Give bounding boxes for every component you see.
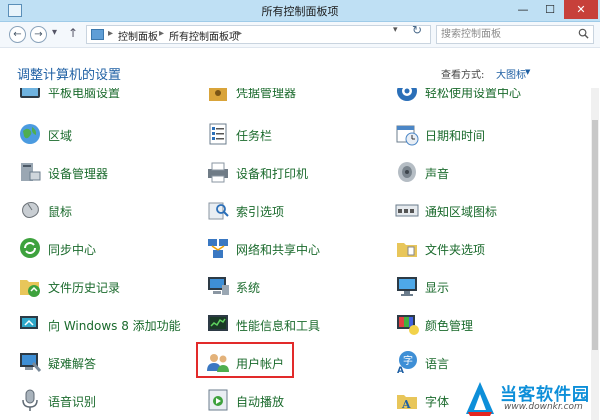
breadcrumb-control-panel[interactable]: 控制面板: [118, 28, 158, 43]
device-manager-icon: [21, 163, 41, 181]
chevron-down-icon[interactable]: ▼: [525, 68, 530, 76]
color-management-icon: [397, 315, 419, 335]
performance-icon: [208, 315, 228, 331]
address-dropdown-button[interactable]: ▾: [393, 25, 398, 35]
printer-icon: [208, 162, 228, 183]
index-icon: [208, 202, 229, 220]
highlight-box: [196, 342, 294, 378]
back-button[interactable]: ←: [9, 26, 26, 43]
svg-text:A: A: [401, 398, 411, 411]
item-label: 向 Windows 8 添加功能: [48, 319, 181, 333]
breadcrumb-all-items[interactable]: 所有控制面板项: [169, 28, 239, 43]
item-label: 任务栏: [236, 129, 273, 143]
mouse-icon: [22, 202, 39, 218]
item-label: 凭据管理器: [236, 88, 297, 100]
page-title: 调整计算机的设置: [17, 68, 122, 83]
close-button[interactable]: ✕: [564, 0, 598, 19]
recent-locations-button[interactable]: ▾: [52, 27, 57, 38]
up-button[interactable]: ↑: [68, 26, 78, 40]
forward-button[interactable]: →: [30, 26, 47, 43]
system-icon: [208, 277, 229, 295]
display-icon: [397, 277, 417, 296]
item-label: 语言: [425, 357, 450, 371]
item-label: 区域: [48, 129, 73, 143]
refresh-button[interactable]: ↻: [412, 23, 422, 37]
maximize-button[interactable]: ☐: [537, 0, 563, 19]
notification-icon: [395, 204, 419, 217]
item-label: 网络和共享中心: [236, 243, 321, 257]
microphone-icon: [22, 389, 38, 411]
taskbar-icon: [209, 123, 227, 145]
item-label: 索引选项: [236, 205, 285, 219]
item-label: 设备管理器: [48, 167, 109, 181]
breadcrumb-separator[interactable]: ▸: [159, 28, 164, 39]
search-box[interactable]: [436, 25, 594, 44]
scrollbar-thumb[interactable]: [592, 120, 598, 350]
item-label: 平板电脑设置: [48, 88, 121, 100]
item-label: 同步中心: [48, 243, 97, 257]
watermark-logo-icon: [466, 382, 494, 416]
item-label: 文件历史记录: [48, 281, 121, 295]
item-label: 自动播放: [236, 395, 285, 409]
tablet-icon: [20, 88, 40, 98]
item-label: 显示: [425, 281, 450, 295]
control-panel-items: 平板电脑设置 凭据管理器 轻松使用设置中心 区域 任务栏 日期和时间 设备管理器…: [0, 88, 590, 420]
item-label: 文件夹选项: [425, 243, 486, 257]
ease-of-access-icon: [397, 88, 417, 101]
sync-icon: [20, 238, 40, 258]
svg-text:字: 字: [403, 354, 413, 367]
item-label: 性能信息和工具: [236, 319, 321, 333]
minimize-button[interactable]: —: [510, 0, 536, 19]
credential-icon: [209, 88, 227, 101]
file-history-icon: [20, 280, 40, 297]
add-features-icon: [20, 316, 38, 329]
control-panel-icon: [91, 29, 104, 40]
network-icon: [208, 239, 228, 258]
search-icon[interactable]: [578, 28, 589, 39]
item-label: 疑难解答: [48, 357, 97, 371]
item-label: 颜色管理: [425, 319, 474, 333]
item-label: 字体: [425, 395, 450, 409]
watermark-url: www.downkr.com: [504, 402, 583, 412]
language-icon: 字A: [397, 351, 417, 375]
search-input[interactable]: [441, 27, 571, 42]
title-bar: 所有控制面板项 — ☐ ✕: [0, 0, 600, 22]
item-label: 设备和打印机: [236, 167, 309, 181]
speaker-icon: [398, 162, 416, 182]
navigation-bar: ← → ▾ ↑ ▸ 控制面板 ▸ 所有控制面板项 ▸ ▾ ↻: [0, 22, 600, 48]
svg-text:A: A: [397, 366, 404, 375]
folder-options-icon: [397, 243, 417, 257]
control-panel-window: 所有控制面板项 — ☐ ✕ ← → ▾ ↑ ▸ 控制面板 ▸ 所有控制面板项 ▸…: [0, 0, 600, 420]
item-label: 鼠标: [48, 205, 73, 219]
view-by-label: 查看方式:: [441, 70, 485, 81]
breadcrumb-separator[interactable]: ▸: [108, 28, 113, 39]
item-label: 日期和时间: [425, 129, 486, 143]
address-bar[interactable]: ▸ 控制面板 ▸ 所有控制面板项 ▸: [86, 25, 431, 44]
item-label: 语音识别: [48, 395, 97, 409]
item-label: 系统: [236, 281, 261, 295]
autoplay-icon: [208, 389, 228, 411]
troubleshooting-icon: [20, 353, 42, 372]
globe-icon: [20, 124, 40, 144]
fonts-icon: A: [397, 395, 417, 411]
breadcrumb-separator[interactable]: ▸: [237, 28, 242, 39]
watermark: 当客软件园 www.downkr.com: [462, 378, 600, 420]
item-label: 声音: [425, 167, 450, 181]
calendar-icon: [396, 125, 419, 146]
view-by-dropdown[interactable]: 大图标: [496, 66, 526, 81]
item-label: 通知区域图标: [425, 205, 498, 219]
item-label: 轻松使用设置中心: [425, 88, 522, 100]
